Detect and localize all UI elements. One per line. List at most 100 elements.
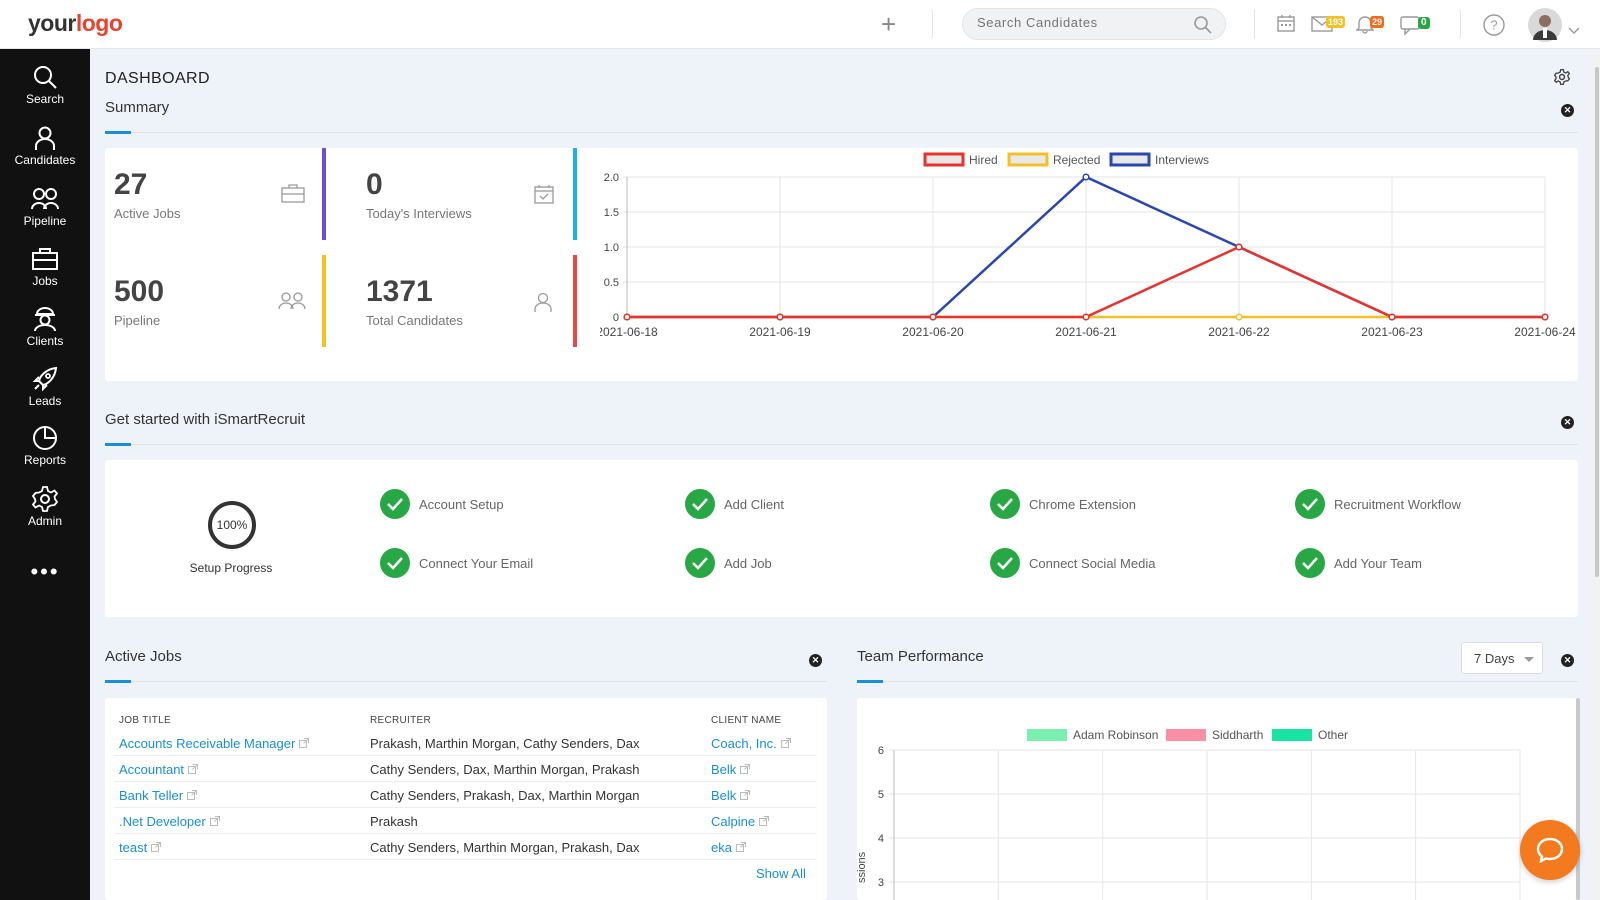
x-tick-label: 2021-06-23	[1361, 325, 1423, 339]
chevron-down-icon[interactable]	[1568, 22, 1580, 40]
client-link[interactable]: Belk	[711, 762, 751, 777]
column-header[interactable]: JOB TITLE	[119, 715, 171, 726]
recruiter-cell: Cathy Senders, Dax, Marthin Morgan, Prak…	[370, 762, 640, 777]
stat-accent-bar	[322, 148, 326, 240]
logo[interactable]: yourlogo	[28, 10, 123, 37]
sidebar-item-jobs[interactable]: Jobs	[0, 246, 90, 302]
page-title: DASHBOARD	[105, 70, 210, 87]
users-icon	[31, 188, 59, 210]
chat-bubble-icon	[1536, 837, 1564, 864]
sidebar-item-label: Pipeline	[23, 214, 67, 228]
y-tick-label: 1.0	[604, 242, 619, 254]
recruiter-cell: Cathy Senders, Prakash, Dax, Marthin Mor…	[370, 788, 640, 803]
more-menu-button[interactable]: •••	[0, 559, 90, 585]
check-icon	[1295, 489, 1325, 519]
progress-label: Setup Progress	[189, 561, 273, 575]
job-title-link[interactable]: teast	[119, 840, 162, 855]
job-title-link[interactable]: .Net Developer	[119, 814, 220, 829]
legend-swatch	[1027, 729, 1067, 741]
period-select-value: 7 Days	[1474, 651, 1515, 666]
sidebar-item-admin[interactable]: Admin	[0, 486, 90, 542]
recruiter-cell: Cathy Senders, Marthin Morgan, Prakash, …	[370, 840, 640, 855]
settings-gear-icon[interactable]	[1553, 68, 1571, 90]
data-point	[1235, 313, 1243, 321]
client-link[interactable]: Belk	[711, 788, 751, 803]
external-link-icon	[759, 816, 770, 826]
stat-label: Today's Interviews	[366, 206, 472, 221]
page-scrollbar[interactable]	[1594, 49, 1600, 900]
job-title-link[interactable]: Accountant	[119, 762, 199, 777]
scrollbar-thumb[interactable]	[1595, 67, 1599, 577]
gear-icon	[32, 486, 58, 512]
user-icon	[534, 292, 552, 317]
top-bar: yourlogo + 193 29 0 ?	[0, 0, 1600, 49]
job-title-link[interactable]: Bank Teller	[119, 788, 198, 803]
pie-chart-icon	[33, 426, 57, 450]
stat-todays-interviews[interactable]: 0 Today's Interviews	[366, 168, 472, 221]
external-link-icon	[187, 790, 198, 800]
close-get-started-icon[interactable]: ✕	[1561, 416, 1574, 429]
y-axis-label: ssions	[857, 851, 868, 883]
search-bar[interactable]	[962, 8, 1226, 40]
y-tick-label: 1.5	[604, 207, 619, 219]
search-icon[interactable]	[1193, 15, 1213, 40]
show-all-link[interactable]: Show All	[756, 866, 806, 881]
column-header[interactable]: RECRUITER	[370, 715, 431, 726]
stat-total-candidates[interactable]: 1371 Total Candidates	[366, 275, 463, 328]
external-link-icon	[740, 764, 751, 774]
setup-progress-ring: 100%	[208, 501, 256, 549]
x-tick-label: 2021-06-19	[749, 325, 811, 339]
sidebar-item-leads[interactable]: Leads	[0, 366, 90, 422]
column-header[interactable]: CLIENT NAME	[711, 715, 781, 726]
job-title-link[interactable]: Accounts Receivable Manager	[119, 736, 310, 751]
stat-accent-bar	[573, 255, 577, 347]
user-icon	[35, 126, 55, 150]
client-link[interactable]: Coach, Inc.	[711, 736, 791, 751]
sidebar-item-label: Leads	[28, 394, 62, 408]
period-select[interactable]: 7 Days	[1461, 642, 1543, 674]
stat-pipeline[interactable]: 500 Pipeline	[114, 275, 164, 328]
data-point	[1082, 313, 1090, 321]
stat-value: 1371	[366, 275, 433, 308]
external-link-icon	[188, 764, 199, 774]
client-link[interactable]: eka	[711, 840, 746, 855]
external-link-icon	[735, 842, 746, 852]
chat-widget-button[interactable]	[1520, 820, 1580, 880]
section-divider	[105, 131, 1578, 134]
check-icon	[685, 489, 715, 519]
sidebar-item-search[interactable]: Search	[0, 64, 90, 120]
divider	[1254, 10, 1255, 38]
y-tick-label: 5	[878, 789, 884, 801]
card-scrollbar[interactable]	[1576, 698, 1580, 900]
legend-label: Rejected	[1053, 153, 1100, 167]
search-icon	[34, 66, 57, 89]
chevron-down-icon	[1524, 657, 1534, 662]
svg-text:?: ?	[1490, 18, 1497, 33]
stat-label: Pipeline	[114, 313, 161, 328]
legend-label: Other	[1318, 728, 1348, 742]
sidebar-item-clients[interactable]: Clients	[0, 306, 90, 362]
calendar-icon[interactable]	[1277, 14, 1295, 37]
section-divider	[105, 443, 1578, 446]
sidebar-item-label: Admin	[27, 514, 62, 528]
y-tick-label: 3	[878, 877, 884, 889]
sidebar-item-candidates[interactable]: Candidates	[0, 125, 90, 181]
avatar[interactable]	[1528, 8, 1562, 47]
add-button[interactable]: +	[881, 11, 896, 37]
summary-line-chart: 2021-06-18 2021-06-19 2021-06-20 2021-06-21…	[600, 152, 1576, 339]
stat-active-jobs[interactable]: 27 Active Jobs	[114, 168, 180, 221]
stat-accent-bar	[573, 148, 577, 240]
close-active-jobs-icon[interactable]: ✕	[809, 654, 822, 667]
help-icon[interactable]: ?	[1483, 14, 1505, 41]
close-summary-icon[interactable]: ✕	[1561, 104, 1574, 117]
sidebar-item-reports[interactable]: Reports	[0, 425, 90, 481]
client-link[interactable]: Calpine	[711, 814, 770, 829]
x-tick-label: 2021-06-22	[1208, 325, 1270, 339]
search-input[interactable]	[977, 15, 1177, 30]
external-link-icon	[740, 790, 751, 800]
x-tick-label: 2021-06-21	[1055, 325, 1117, 339]
x-tick-label: 2021-06-24	[1514, 325, 1576, 339]
sidebar-item-pipeline[interactable]: Pipeline	[0, 186, 90, 242]
briefcase-icon	[32, 248, 58, 270]
close-team-performance-icon[interactable]: ✕	[1561, 654, 1574, 667]
